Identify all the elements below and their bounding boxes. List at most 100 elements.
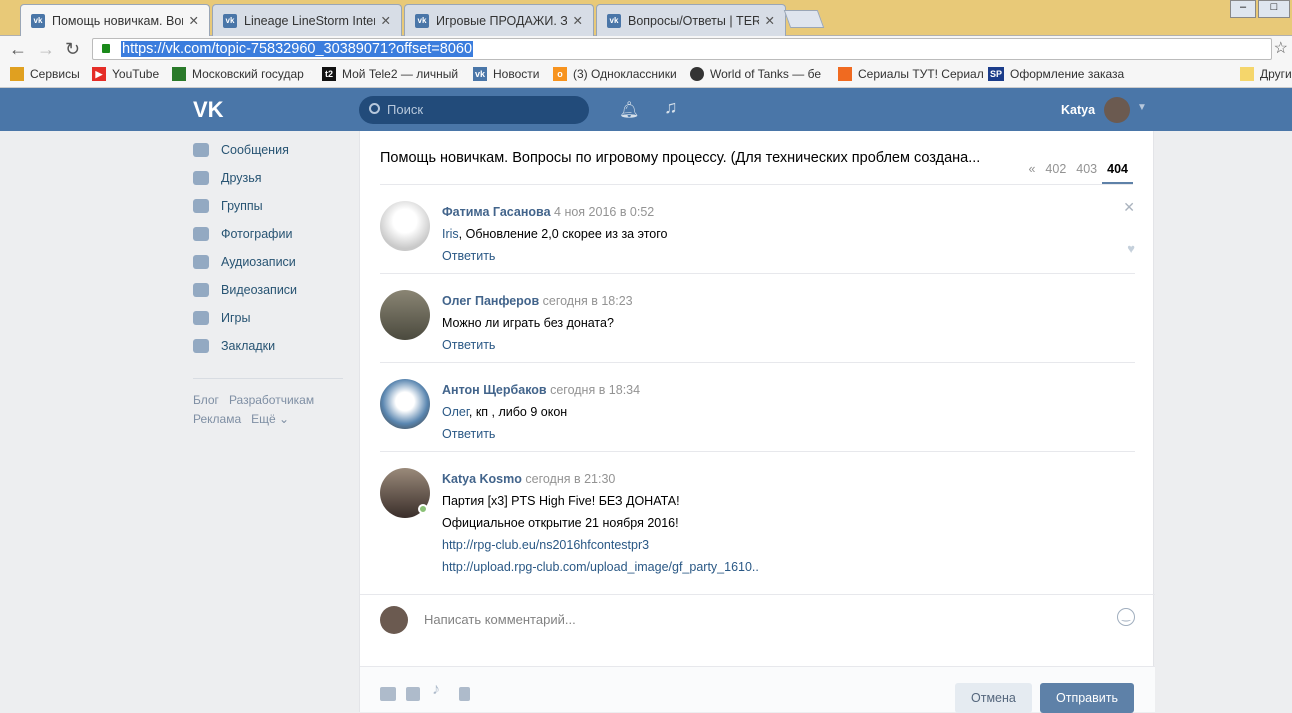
cancel-button[interactable]: Отмена (955, 683, 1032, 713)
document-icon[interactable] (459, 687, 470, 701)
footer-link[interactable]: Разработчикам (229, 393, 314, 407)
bookmark[interactable]: Московский государ (172, 67, 304, 81)
send-button[interactable]: Отправить (1040, 683, 1134, 713)
other-bookmarks[interactable]: Други (1240, 67, 1292, 81)
sidebar-item-video[interactable]: Видеозаписи (193, 276, 343, 304)
sidebar-item-games[interactable]: Игры (193, 304, 343, 332)
sidebar: Сообщения Друзья Группы Фотографии Аудио… (193, 136, 343, 429)
sidebar-item-photos[interactable]: Фотографии (193, 220, 343, 248)
reply-link[interactable]: Ответить (442, 245, 667, 267)
reply-link[interactable]: Ответить (442, 334, 633, 356)
heart-icon[interactable]: ♥ (1127, 241, 1135, 256)
close-tab-icon[interactable]: ✕ (573, 13, 583, 28)
video-icon[interactable] (406, 687, 420, 701)
page-link[interactable]: 402 (1040, 159, 1071, 184)
close-icon[interactable]: ✕ (1123, 199, 1135, 216)
author[interactable]: Katya Kosmo (442, 472, 522, 486)
page-first[interactable]: « (1023, 159, 1040, 184)
link[interactable]: http://rpg-club.eu/ns2016hfcontestpr3 (442, 534, 759, 556)
tele2-icon: t2 (322, 67, 336, 81)
avatar[interactable] (1104, 97, 1130, 123)
music-icon[interactable]: ♪ (432, 681, 444, 698)
forward-icon[interactable]: → (37, 39, 55, 60)
vk-icon: vk (473, 67, 487, 81)
search-input[interactable]: Поиск (359, 96, 589, 124)
friends-icon (193, 171, 209, 185)
lock-icon (102, 44, 110, 53)
sidebar-item-friends[interactable]: Друзья (193, 164, 343, 192)
camera-icon (193, 227, 209, 241)
chevron-down-icon[interactable]: ▼ (1137, 102, 1147, 113)
back-icon[interactable]: ← (9, 39, 27, 60)
sidebar-item-groups[interactable]: Группы (193, 192, 343, 220)
author[interactable]: Антон Щербаков (442, 383, 547, 397)
mention[interactable]: Iris (442, 227, 459, 241)
date[interactable]: 4 ноя 2016 в 0:52 (554, 205, 654, 219)
avatar[interactable] (380, 290, 430, 340)
avatar[interactable] (380, 379, 430, 429)
close-tab-icon[interactable]: ✕ (189, 13, 199, 28)
sidebar-item-audio[interactable]: Аудиозаписи (193, 248, 343, 276)
vk-header: VK Поиск 🔔︎ ♫ Katya ▼ (0, 88, 1292, 131)
footer-link[interactable]: Реклама (193, 412, 241, 426)
footer-link[interactable]: Блог (193, 393, 219, 407)
online-indicator (418, 504, 428, 514)
page-current[interactable]: 404 (1102, 159, 1133, 184)
list-item: Антон Щербаков сегодня в 18:34 Олег, кп … (380, 363, 1135, 452)
bookmark[interactable]: о (3) Одноклассники (553, 67, 677, 81)
msu-icon (172, 67, 186, 81)
bookmark[interactable]: World of Tanks — бе (690, 67, 821, 81)
gamepad-icon (193, 311, 209, 325)
close-tab-icon[interactable]: ✕ (765, 13, 775, 28)
tab-2[interactable]: vk Lineage LineStorm Interlu ✕ (212, 4, 402, 36)
page-title: Помощь новичкам. Вопросы по игровому про… (380, 150, 981, 166)
date[interactable]: сегодня в 18:23 (543, 294, 633, 308)
maximize-button[interactable]: □ (1258, 0, 1290, 18)
bookmark[interactable]: t2 Мой Tele2 — личный (322, 67, 458, 81)
footer-link[interactable]: Ещё ⌄ (251, 412, 289, 426)
bell-icon[interactable]: 🔔︎ (619, 100, 639, 120)
reply-link[interactable]: Ответить (442, 423, 640, 445)
minimize-button[interactable]: – (1230, 0, 1256, 18)
bookmark[interactable]: vk Новости (473, 67, 539, 81)
music-icon (193, 255, 209, 269)
emoji-icon[interactable]: ‿ (1117, 608, 1135, 626)
new-tab-button[interactable] (783, 10, 825, 28)
cat-icon (838, 67, 852, 81)
youtube-icon: ▶ (92, 67, 106, 81)
messages-icon (193, 143, 209, 157)
comment-input[interactable]: Написать комментарий... (424, 612, 576, 627)
tab-4[interactable]: vk Вопросы/Ответы | TERA ✕ (596, 4, 786, 36)
page-link[interactable]: 403 (1071, 159, 1102, 184)
reload-icon[interactable]: ↻ (65, 39, 80, 60)
avatar[interactable] (380, 201, 430, 251)
video-icon (193, 283, 209, 297)
date[interactable]: сегодня в 21:30 (525, 472, 615, 486)
vk-icon: vk (31, 13, 45, 28)
author[interactable]: Олег Панферов (442, 294, 539, 308)
mention[interactable]: Олег (442, 405, 469, 419)
bookmark[interactable]: SP Оформление заказа (988, 67, 1124, 81)
user-name[interactable]: Katya (1061, 103, 1095, 117)
address-bar-row: ← → ↻ https://vk.com/topic-75832960_3038… (0, 36, 1292, 62)
link[interactable]: http://upload.rpg-club.com/upload_image/… (442, 556, 759, 578)
author[interactable]: Фатима Гасанова (442, 205, 551, 219)
url-input[interactable]: https://vk.com/topic-75832960_30389071?o… (92, 38, 1272, 60)
close-tab-icon[interactable]: ✕ (381, 13, 391, 28)
sidebar-item-bookmarks[interactable]: Закладки (193, 332, 343, 360)
bookmark-star-icon[interactable]: ☆ (1274, 38, 1288, 58)
avatar (380, 606, 408, 634)
music-icon[interactable]: ♫ (664, 97, 678, 118)
topic-card: Помощь новичкам. Вопросы по игровому про… (359, 131, 1155, 713)
bookmark[interactable]: Сериалы ТУТ! Сериал (838, 67, 984, 81)
sp-icon: SP (988, 67, 1004, 81)
tab-3[interactable]: vk Игровые ПРОДАЖИ. За ✕ (404, 4, 594, 36)
date[interactable]: сегодня в 18:34 (550, 383, 640, 397)
tab-1[interactable]: vk Помощь новичкам. Вопр ✕ (20, 4, 210, 36)
bookmark[interactable]: ▶ YouTube (92, 67, 159, 81)
vk-logo[interactable]: VK (193, 97, 224, 123)
camera-icon[interactable] (380, 687, 396, 701)
sidebar-item-messages[interactable]: Сообщения (193, 136, 343, 164)
pagination: « 402 403 404 (1023, 159, 1133, 184)
bookmark[interactable]: Сервисы (10, 67, 80, 81)
